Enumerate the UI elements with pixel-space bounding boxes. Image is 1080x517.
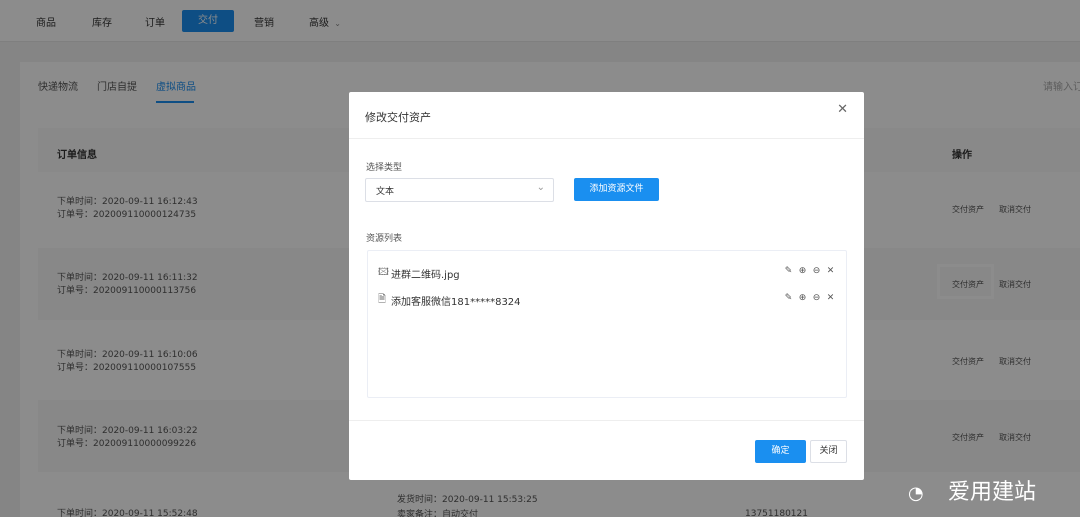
list-item: 🖾 进群二维码.jpg ✎ ⊕ ⊖ ✕ xyxy=(378,263,836,281)
resource-list-label: 资源列表 xyxy=(366,234,403,244)
watermark: ◔ 爱用建站 xyxy=(908,474,1036,506)
confirm-button[interactable]: 确定 xyxy=(755,440,806,463)
add-resource-file-button[interactable]: 添加资源文件 xyxy=(574,178,659,201)
document-icon: 🗎 xyxy=(378,294,387,305)
close-icon[interactable]: ✕ xyxy=(837,102,848,117)
edit-icon[interactable]: ✎ xyxy=(783,293,794,303)
move-up-icon[interactable]: ⊕ xyxy=(797,293,808,303)
divider xyxy=(349,138,864,139)
image-icon: 🖾 xyxy=(378,267,389,278)
close-button[interactable]: 关闭 xyxy=(810,440,847,463)
type-select[interactable]: 文本 ⌄ xyxy=(365,178,554,202)
move-up-icon[interactable]: ⊕ xyxy=(797,266,808,276)
type-label: 选择类型 xyxy=(366,163,403,173)
dialog-title: 修改交付资产 xyxy=(365,111,431,124)
weibo-logo-icon: ◔ xyxy=(908,483,924,504)
move-down-icon[interactable]: ⊖ xyxy=(811,266,822,276)
chevron-down-icon: ⌄ xyxy=(536,182,545,193)
watermark-text: 爱用建站 xyxy=(948,480,1037,505)
type-select-value: 文本 xyxy=(376,187,395,197)
list-item: 🗎 添加客服微信181*****8324 ✎ ⊕ ⊖ ✕ xyxy=(378,290,836,308)
resource-name: 进群二维码.jpg xyxy=(391,270,460,281)
resource-list: 🖾 进群二维码.jpg ✎ ⊕ ⊖ ✕ 🗎 添加客服微信181*****8324 ✎ ⊕… xyxy=(367,250,847,398)
resource-name: 添加客服微信181*****8324 xyxy=(391,297,521,308)
edit-delivery-asset-dialog: 修改交付资产 ✕ 选择类型 文本 ⌄ 添加资源文件 资源列表 🖾 进群二维码.j… xyxy=(349,92,864,480)
resource-actions: ✎ ⊕ ⊖ ✕ xyxy=(780,292,836,303)
resource-actions: ✎ ⊕ ⊖ ✕ xyxy=(780,265,836,276)
divider xyxy=(349,420,864,421)
edit-icon[interactable]: ✎ xyxy=(783,266,794,276)
delete-icon[interactable]: ✕ xyxy=(825,266,836,276)
move-down-icon[interactable]: ⊖ xyxy=(811,293,822,303)
delete-icon[interactable]: ✕ xyxy=(825,293,836,303)
